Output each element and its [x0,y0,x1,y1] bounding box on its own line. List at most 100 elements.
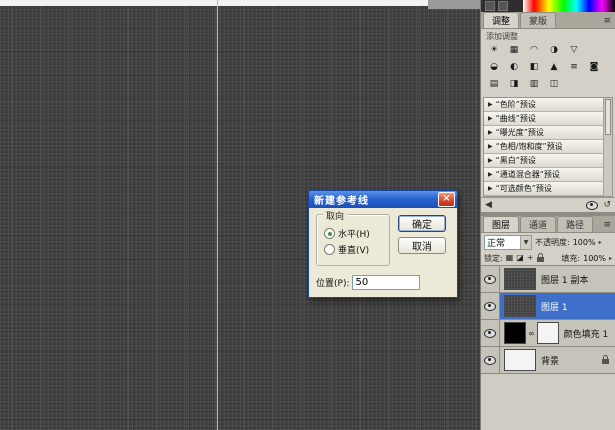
window-gap [428,0,480,9]
tab-masks[interactable]: 蒙版 [520,12,556,28]
fill-layer-thumbnail[interactable] [504,322,526,344]
scrub-arrow-icon[interactable]: ▸ [609,255,612,262]
blend-mode-select[interactable]: 正常 ▼ [484,235,532,250]
radio-vertical[interactable]: 垂直(V) [324,243,389,256]
radio-horizontal[interactable]: 水平(H) [324,227,389,240]
expand-triangle-icon[interactable]: ▶ [488,168,493,181]
layer-thumbnail[interactable] [504,295,536,317]
preset-scrollbar[interactable] [603,98,612,196]
radio-unselected-icon [324,244,335,255]
selective-color-icon[interactable]: ◫ [545,78,563,91]
radio-vertical-label: 垂直(V) [338,243,369,256]
color-spectrum-bar[interactable] [523,0,615,12]
toggle-visibility-icon[interactable] [586,201,598,210]
orientation-group-label: 取向 [323,209,347,222]
swatches-panel-icon[interactable] [498,1,508,11]
photoshop-window: 新建参考线 × 取向 水平(H) 垂直(V) 确定 [0,0,615,430]
preset-item-selective-color[interactable]: ▶ “可选颜色”预设 [484,182,612,196]
layer-mask-thumbnail[interactable] [537,322,559,344]
exposure-icon[interactable]: ◑ [545,44,563,57]
eye-icon [484,275,496,284]
close-icon[interactable]: × [438,192,455,207]
curves-icon[interactable]: ◠ [525,44,543,57]
levels-icon[interactable]: ▦ [505,44,523,57]
expand-triangle-icon[interactable]: ▶ [488,112,493,125]
threshold-icon[interactable]: ◨ [505,78,523,91]
panel-menu-icon[interactable]: ≡ [603,218,611,232]
preset-list: ▶ “色阶”预设 ▶ “曲线”预设 ▶ “曝光度”预设 ▶ “色相/饱和度”预设… [483,97,613,197]
layer-list-empty-area[interactable] [481,374,615,430]
posterize-icon[interactable]: ▤ [485,78,503,91]
tab-paths[interactable]: 路径 [557,216,593,232]
preset-item-exposure[interactable]: ▶ “曝光度”预设 [484,126,612,140]
preset-item-black-white[interactable]: ▶ “黑白”预设 [484,154,612,168]
visibility-toggle[interactable] [481,266,500,292]
link-icon: ∞ [528,329,535,338]
fill-value[interactable]: 100% [583,254,606,263]
scrub-arrow-icon[interactable]: ▸ [599,239,602,246]
expand-triangle-icon[interactable]: ▶ [488,182,493,195]
reset-icon[interactable]: ↺ [603,199,611,211]
opacity-value[interactable]: 100% [573,238,596,247]
dialog-titlebar[interactable]: 新建参考线 × [309,191,457,208]
lock-transparency-icon[interactable]: ▦ [506,253,514,263]
hue-saturation-icon[interactable]: ◒ [485,61,503,74]
chevron-down-icon: ▼ [520,236,531,249]
preset-item-curves[interactable]: ▶ “曲线”预设 [484,112,612,126]
preset-item-channel-mixer[interactable]: ▶ “通道混合器”预设 [484,168,612,182]
scrollbar-thumb[interactable] [605,99,611,135]
adjustments-subtitle: 添加调整 [481,29,615,42]
tab-layers[interactable]: 图层 [483,216,519,232]
expand-triangle-icon[interactable]: ▶ [488,140,493,153]
tab-adjustments[interactable]: 调整 [483,12,519,28]
layer-row-layer1-copy[interactable]: 图层 1 副本 [481,266,615,293]
background-lock-icon [602,359,609,364]
preset-item-levels[interactable]: ▶ “色阶”预设 [484,98,612,112]
layer-row-layer1[interactable]: 图层 1 [481,293,615,320]
eye-icon [484,302,496,311]
brightness-contrast-icon[interactable]: ☀ [485,44,503,57]
layer-thumbnail[interactable] [504,268,536,290]
black-white-icon[interactable]: ◧ [525,61,543,74]
radio-selected-icon [324,228,335,239]
invert-icon[interactable]: ◙ [585,61,603,74]
adjustments-tab-bar: 调整 蒙版 ≡ [481,12,615,29]
radio-horizontal-label: 水平(H) [338,227,370,240]
eye-icon [484,329,496,338]
visibility-toggle[interactable] [481,320,500,346]
expand-triangle-icon[interactable]: ▶ [488,154,493,167]
layer-row-background[interactable]: 背景 [481,347,615,374]
tab-channels[interactable]: 通道 [520,216,556,232]
position-input[interactable] [352,275,420,290]
orientation-group: 取向 水平(H) 垂直(V) [316,214,390,266]
ok-button[interactable]: 确定 [398,215,446,232]
expand-triangle-icon[interactable]: ▶ [488,98,493,111]
layer-list: 图层 1 副本 图层 1 ∞ 颜色填充 1 [481,265,615,374]
dialog-title: 新建参考线 [314,192,438,207]
lock-label: 锁定: [484,253,503,264]
vibrance-icon[interactable]: ▽ [565,44,583,57]
layer-row-color-fill[interactable]: ∞ 颜色填充 1 [481,320,615,347]
photo-filter-icon[interactable]: ▲ [545,61,563,74]
color-panel-icon[interactable] [485,1,495,11]
vertical-guide-line[interactable] [217,0,218,430]
channel-mixer-icon[interactable]: ≡ [565,61,583,74]
lock-options-row: 锁定: ▦ ◪ + 填充: 100% ▸ [481,251,615,265]
expand-triangle-icon[interactable]: ▶ [488,126,493,139]
lock-position-icon[interactable]: + [527,253,534,263]
opacity-label: 不透明度: [535,237,570,248]
fill-label: 填充: [561,253,580,264]
preset-item-hue-saturation[interactable]: ▶ “色相/饱和度”预设 [484,140,612,154]
cancel-button[interactable]: 取消 [398,237,446,254]
canvas-top-edge [0,0,428,6]
lock-all-icon[interactable] [537,257,544,262]
panel-menu-icon[interactable]: ≡ [603,14,611,28]
collapsed-panel-tabs [481,0,523,12]
visibility-toggle[interactable] [481,347,500,373]
gradient-map-icon[interactable]: ▥ [525,78,543,91]
layer-thumbnail[interactable] [504,349,536,371]
visibility-toggle[interactable] [481,293,500,319]
lock-pixels-icon[interactable]: ◪ [516,253,524,263]
color-balance-icon[interactable]: ◐ [505,61,523,74]
switch-panel-icon[interactable]: ◀ [485,199,492,211]
